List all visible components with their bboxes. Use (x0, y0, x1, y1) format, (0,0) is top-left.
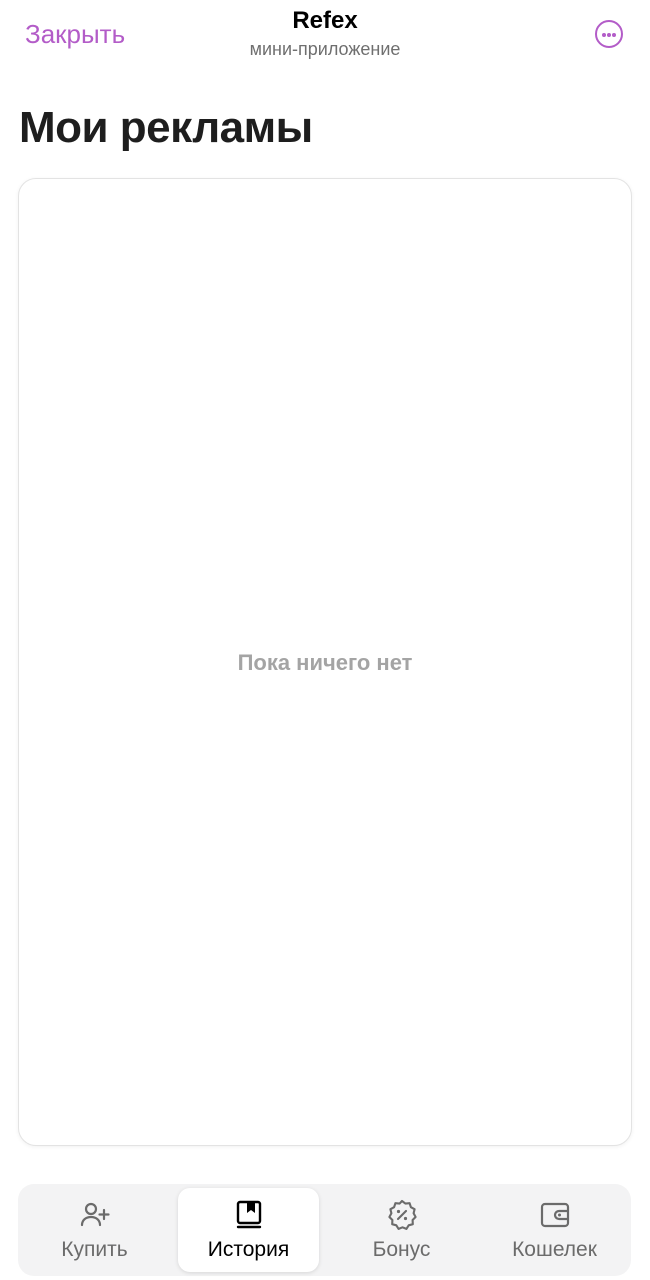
app-title: Refex (292, 7, 358, 34)
tab-buy[interactable]: Купить (18, 1184, 171, 1276)
tab-history[interactable]: История (178, 1188, 319, 1272)
page-title: Мои рекламы (19, 103, 313, 152)
more-dot (612, 33, 616, 37)
tab-bonus[interactable]: Бонус (325, 1184, 478, 1276)
more-horizontal-icon (602, 33, 606, 37)
ads-list-card: Пока ничего нет (18, 178, 632, 1146)
bottom-tab-bar: Купить История Бонус Кошелек (18, 1184, 631, 1276)
wallet-icon (540, 1202, 569, 1228)
tab-label: Купить (61, 1238, 128, 1261)
tab-label: Кошелек (512, 1238, 597, 1261)
user-add-icon (80, 1202, 110, 1227)
book-icon (236, 1200, 261, 1229)
tab-wallet[interactable]: Кошелек (478, 1184, 631, 1276)
more-options-button[interactable] (595, 20, 623, 48)
app-subtitle: мини-приложение (249, 39, 401, 59)
tab-label: Бонус (372, 1238, 431, 1261)
more-dot (607, 33, 611, 37)
top-bar: Закрыть Refex мини-приложение (0, 0, 650, 72)
tab-label: История (207, 1238, 290, 1261)
discount-badge-icon (387, 1199, 417, 1230)
empty-state-text: Пока ничего нет (237, 650, 413, 675)
